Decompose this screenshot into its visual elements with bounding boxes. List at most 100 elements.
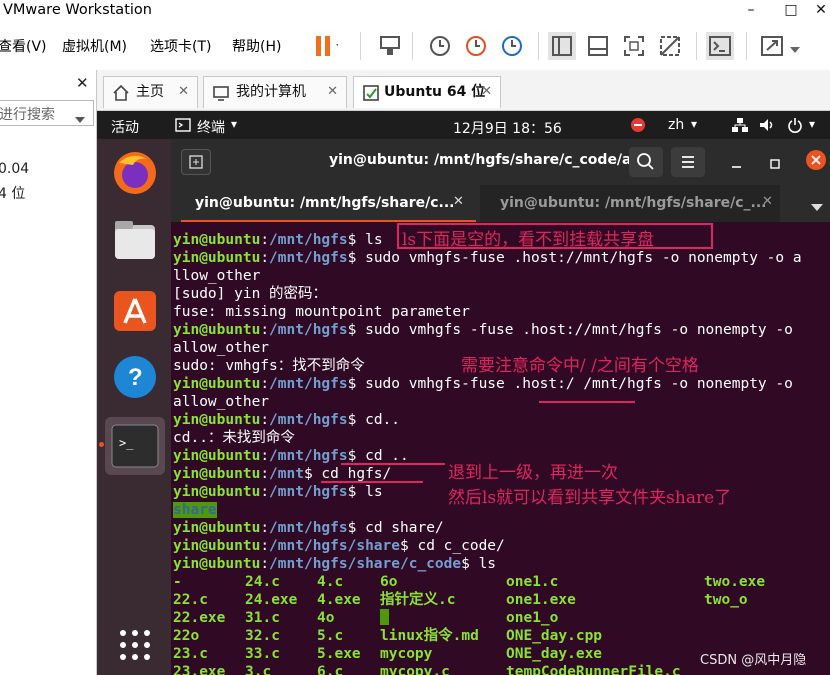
maximize-icon[interactable] (769, 155, 781, 174)
title-bar: VMware Workstation – □ ✕ (0, 0, 830, 22)
clock[interactable]: 12月9日 18：56 (453, 118, 562, 138)
prompt-colon: : (260, 520, 270, 536)
menu-view[interactable]: 查看(V) (0, 36, 47, 56)
recording-icon[interactable] (630, 117, 646, 137)
toolbar-divider (538, 32, 539, 60)
terminal-line: allow_other (173, 393, 269, 411)
minimize-button[interactable]: – (736, 0, 766, 22)
chevron-down-icon[interactable]: ▾ (231, 117, 237, 131)
menu-help[interactable]: 帮助(H) (232, 36, 281, 56)
stretch-icon[interactable] (758, 32, 786, 60)
close-icon[interactable] (805, 149, 827, 175)
tab-label: yin@ubuntu: /mnt/hgfs/share/c... (195, 195, 455, 211)
minimize-icon[interactable] (731, 154, 743, 173)
file-entry: 23.exe (173, 664, 226, 675)
search-button[interactable] (629, 147, 663, 177)
chevron-down-icon[interactable] (790, 40, 800, 59)
input-method[interactable]: zh (668, 117, 684, 133)
terminal-line: share (173, 501, 217, 519)
prompt-user: yin@ubuntu (173, 448, 261, 464)
output-text: fuse: missing mountpoint parameter (173, 304, 470, 320)
file-entry: 4.exe (317, 592, 361, 608)
prompt-user: yin@ubuntu (173, 412, 261, 428)
menu-tabs[interactable]: 选项卡(T) (150, 36, 211, 56)
app-menu[interactable]: 终端 (197, 117, 225, 137)
svg-text:>_: >_ (119, 436, 134, 450)
prompt-user: yin@ubuntu (173, 322, 261, 338)
watermark: CSDN @风中月隐 (700, 653, 807, 668)
file-entry: 31.c (245, 610, 280, 626)
maximize-button[interactable]: □ (776, 0, 806, 22)
terminal-icon[interactable] (706, 32, 734, 60)
unity-mode-icon[interactable] (656, 32, 684, 60)
chevron-down-icon[interactable]: ▾ (691, 117, 697, 131)
tab-label: 主页 (136, 84, 164, 100)
tab-label: Ubuntu 64 位 (384, 84, 486, 100)
terminal-line: yin@ubuntu:/mnt/hgfs$ ls (173, 483, 383, 501)
fullscreen-icon[interactable] (620, 32, 648, 60)
command-text: $ cd.. (347, 412, 401, 428)
output-text: sudo: vmhgfs：找不到命令 (173, 358, 365, 374)
prompt-user: yin@ubuntu (173, 376, 261, 392)
search-input[interactable]: 进行搜索 (0, 100, 94, 126)
console-view-icon[interactable] (584, 32, 612, 60)
pause-icon[interactable] (310, 32, 342, 60)
firefox-icon[interactable] (111, 149, 159, 201)
close-icon[interactable]: ✕ (327, 77, 338, 107)
app-store-icon[interactable] (112, 287, 158, 337)
prompt-user: yin@ubuntu (173, 520, 261, 536)
close-icon[interactable]: ✕ (481, 77, 492, 107)
terminal-line: llow_other (173, 267, 260, 285)
tab-ubuntu[interactable]: Ubuntu 64 位 ✕ (353, 76, 501, 108)
close-icon[interactable]: ✕ (453, 194, 464, 209)
prompt-path: /mnt/hgfs (269, 484, 348, 500)
search-placeholder: 进行搜索 (0, 107, 55, 123)
close-icon[interactable]: ✕ (762, 194, 773, 209)
activities-button[interactable]: 活动 (111, 117, 139, 137)
snapshot-icon[interactable] (426, 32, 454, 60)
command-text: $ cd hgfs/ (303, 466, 392, 482)
terminal-line: yin@ubuntu:/mnt/hgfs$ sudo vmhgfs-fuse .… (173, 375, 793, 393)
volume-icon[interactable] (758, 117, 776, 137)
send-keys-icon[interactable] (376, 32, 404, 60)
command-text: $ ls (347, 232, 383, 248)
power-icon[interactable] (787, 117, 803, 137)
network-icon[interactable] (731, 117, 749, 137)
chevron-down-icon[interactable]: ▾ (809, 117, 815, 131)
home-icon (112, 83, 130, 113)
terminal-tab-active[interactable]: yin@ubuntu: /mnt/hgfs/share/c... ✕ (181, 185, 476, 222)
command-text: $ sudo vmhgfs -fuse .host://mnt/hgfs -o … (347, 322, 793, 338)
chevron-down-icon[interactable] (75, 110, 85, 129)
close-icon[interactable]: ✕ (178, 77, 189, 107)
files-icon[interactable] (112, 217, 158, 267)
toolbar-divider (360, 32, 361, 60)
show-apps-icon[interactable] (119, 629, 151, 665)
prompt-path: /mnt (269, 466, 304, 482)
output-text: allow_other (173, 340, 270, 356)
prompt-path: /mnt/hgfs (269, 232, 348, 248)
hamburger-menu-button[interactable] (671, 147, 705, 177)
toolbar-divider (412, 32, 413, 60)
terminal-dock-item[interactable]: >_ (105, 417, 165, 475)
snapshot-manager-icon[interactable] (498, 32, 526, 60)
terminal-output[interactable]: yin@ubuntu:/mnt/hgfs$ ls yin@ubuntu:/mnt/… (171, 231, 830, 675)
prompt-colon: : (260, 376, 270, 392)
revert-snapshot-icon[interactable] (462, 32, 490, 60)
new-tab-button[interactable] (181, 149, 211, 175)
prompt-user: yin@ubuntu (173, 556, 261, 572)
terminal-tab-inactive[interactable]: yin@ubuntu: /mnt/hgfs/share/c_... ✕ (480, 185, 780, 222)
close-icon[interactable]: ✕ (76, 74, 89, 92)
chevron-down-icon[interactable] (811, 197, 823, 216)
prompt-user: yin@ubuntu (173, 232, 261, 248)
menu-vm[interactable]: 虚拟机(M) (62, 36, 127, 56)
library-view-icon[interactable] (548, 32, 576, 60)
prompt-user: yin@ubuntu (173, 538, 261, 554)
annotation-see-share: 然后ls就可以看到共享文件夹share了 (448, 488, 732, 508)
vm-icon (362, 83, 380, 113)
command-text: $ cd .. (347, 448, 409, 464)
tab-my-computer[interactable]: 我的计算机 ✕ (203, 76, 347, 108)
prompt-colon: : (260, 250, 270, 266)
close-window-button[interactable]: ✕ (806, 0, 830, 22)
help-icon[interactable]: ? (112, 354, 158, 404)
tab-home[interactable]: 主页 ✕ (103, 76, 198, 108)
